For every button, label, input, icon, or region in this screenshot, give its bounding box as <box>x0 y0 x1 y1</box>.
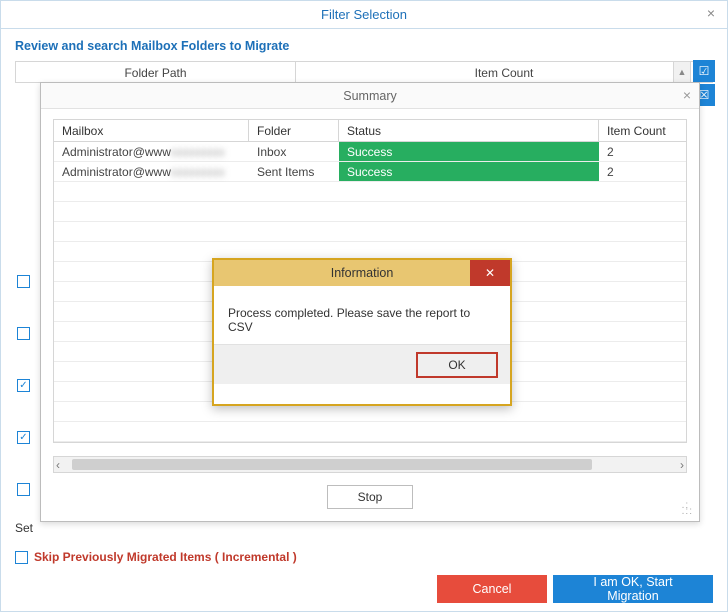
table-row <box>54 202 686 222</box>
ok-button[interactable]: OK <box>416 352 498 378</box>
col-folder: Folder <box>249 120 339 141</box>
cell-item-count: 2 <box>599 162 686 181</box>
mailbox-prefix: Administrator@www <box>62 145 171 159</box>
close-icon[interactable]: × <box>701 5 721 21</box>
summary-titlebar: Summary × <box>41 83 699 109</box>
mailbox-redacted: xxxxxxxxx <box>171 145 225 159</box>
skip-checkbox[interactable] <box>15 551 28 564</box>
left-checkbox-column: ✓ ✓ <box>17 275 30 496</box>
summary-title: Summary <box>343 89 396 103</box>
table-row <box>54 422 686 442</box>
skip-label: Skip Previously Migrated Items ( Increme… <box>34 550 297 564</box>
cell-folder: Inbox <box>249 142 339 161</box>
summary-table-header: Mailbox Folder Status Item Count <box>54 120 686 142</box>
col-item-count: Item Count <box>296 62 712 82</box>
information-dialog: Information ✕ Process completed. Please … <box>212 258 512 406</box>
set-label: Set <box>15 521 33 535</box>
cell-mailbox: Administrator@wwwxxxxxxxxx <box>54 162 249 181</box>
cell-item-count: 2 <box>599 142 686 161</box>
footer-buttons: Cancel I am OK, Start Migration <box>437 575 713 603</box>
information-titlebar: Information ✕ <box>214 260 510 286</box>
table-row <box>54 182 686 202</box>
skip-previously-migrated-row[interactable]: Skip Previously Migrated Items ( Increme… <box>15 550 297 564</box>
scroll-right-icon[interactable]: › <box>680 458 684 472</box>
close-button[interactable]: ✕ <box>470 260 510 286</box>
folder-table-header-band: Folder Path Item Count ▲ ☑ ☒ <box>15 61 713 83</box>
scrollbar-thumb[interactable] <box>72 459 592 470</box>
stop-button[interactable]: Stop <box>327 485 413 509</box>
scroll-up-icon[interactable]: ▲ <box>673 61 691 83</box>
col-status: Status <box>339 120 599 141</box>
information-title: Information <box>331 266 394 280</box>
cell-folder: Sent Items <box>249 162 339 181</box>
cell-mailbox: Administrator@wwwxxxxxxxxx <box>54 142 249 161</box>
col-item-count: Item Count <box>599 120 686 141</box>
col-folder-path: Folder Path <box>16 62 296 82</box>
information-footer: OK <box>214 344 510 384</box>
row-checkbox[interactable] <box>17 327 30 340</box>
row-checkbox[interactable] <box>17 483 30 496</box>
scroll-left-icon[interactable]: ‹ <box>56 458 60 472</box>
mailbox-redacted: xxxxxxxxx <box>171 165 225 179</box>
filter-title: Filter Selection <box>321 7 407 22</box>
start-migration-button[interactable]: I am OK, Start Migration <box>553 575 713 603</box>
mailbox-prefix: Administrator@www <box>62 165 171 179</box>
close-icon[interactable]: × <box>683 87 691 103</box>
status-badge: Success <box>339 162 599 181</box>
filter-subheader: Review and search Mailbox Folders to Mig… <box>1 29 727 61</box>
status-badge: Success <box>339 142 599 161</box>
resize-grip-icon[interactable]: .:.:: <box>682 503 693 515</box>
table-row <box>54 222 686 242</box>
horizontal-scrollbar[interactable]: ‹ › <box>53 456 687 473</box>
check-all-button[interactable]: ☑ <box>693 60 715 82</box>
filter-titlebar: Filter Selection × <box>1 1 727 29</box>
row-checkbox[interactable]: ✓ <box>17 379 30 392</box>
table-row: Administrator@wwwxxxxxxxxx Sent Items Su… <box>54 162 686 182</box>
folder-table-header: Folder Path Item Count <box>15 61 713 83</box>
row-checkbox[interactable]: ✓ <box>17 431 30 444</box>
col-mailbox: Mailbox <box>54 120 249 141</box>
cancel-button[interactable]: Cancel <box>437 575 547 603</box>
information-message: Process completed. Please save the repor… <box>214 286 510 344</box>
table-row: Administrator@wwwxxxxxxxxx Inbox Success… <box>54 142 686 162</box>
row-checkbox[interactable] <box>17 275 30 288</box>
